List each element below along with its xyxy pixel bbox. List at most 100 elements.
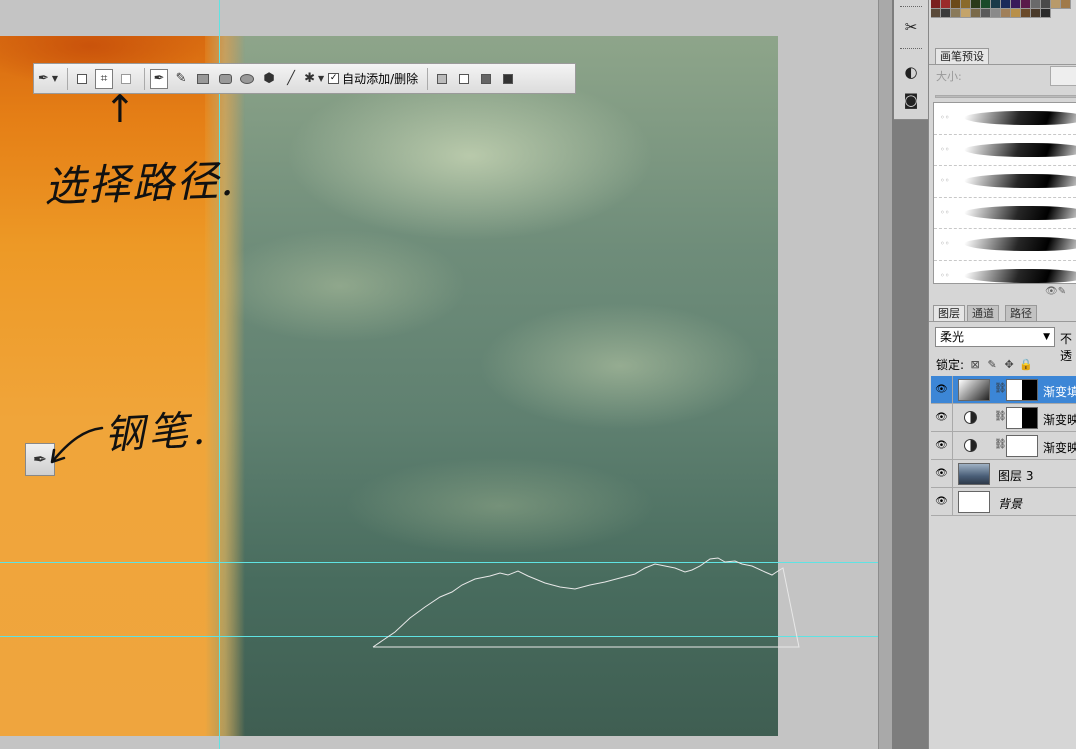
shape-layers-icon[interactable] <box>73 69 91 89</box>
layer-row[interactable]: 👁 ⛓ 渐变填 <box>931 376 1076 404</box>
swatch[interactable] <box>1001 0 1011 9</box>
lock-transparent-icon[interactable]: ⊠ <box>969 358 981 371</box>
swatch[interactable] <box>971 0 981 9</box>
line-icon[interactable]: ╱ <box>282 69 300 89</box>
auto-add-delete-checkbox[interactable]: ✓ 自动添加/删除 <box>328 70 418 87</box>
swatch[interactable] <box>1011 9 1021 18</box>
eye-icon[interactable]: 👁 <box>931 460 953 487</box>
layer-mask-thumbnail[interactable] <box>1006 379 1038 401</box>
link-chain-icon[interactable]: ⛓ <box>994 439 1007 450</box>
layer-name: 图层 3 <box>998 469 1034 483</box>
rectangle-icon[interactable] <box>194 69 212 89</box>
layer-row[interactable]: 👁 ⛓ 渐变映 <box>931 432 1076 460</box>
swatch[interactable] <box>1041 9 1051 18</box>
brush-tip-icon: ◦◦ <box>940 207 950 217</box>
checkbox-checked-icon[interactable]: ✓ <box>328 73 340 84</box>
lock-position-icon[interactable]: ✥ <box>1003 358 1015 371</box>
swatch[interactable] <box>1031 9 1041 18</box>
swatch[interactable] <box>1061 0 1071 9</box>
brush-tools-icon[interactable]: ✂ <box>898 16 924 38</box>
quick-mask-icon[interactable]: ◙ <box>898 89 924 111</box>
swatch[interactable] <box>941 9 951 18</box>
brush-stroke-preview <box>961 174 1076 188</box>
intersect-icon[interactable] <box>477 69 495 89</box>
swatch[interactable] <box>981 9 991 18</box>
swatches-strip[interactable] <box>931 0 1076 18</box>
swatch[interactable] <box>941 0 951 9</box>
swatch[interactable] <box>961 9 971 18</box>
brush-preset-item[interactable]: ◦◦ <box>934 198 1076 229</box>
add-to-path-area-icon[interactable] <box>433 69 451 89</box>
brush-preset-item[interactable]: ◦◦ <box>934 261 1076 284</box>
swatch[interactable] <box>1021 9 1031 18</box>
paths-icon[interactable]: ⌗ <box>95 68 114 89</box>
blend-mode-select[interactable]: 柔光 ▼ <box>935 327 1055 347</box>
layer-mask-thumbnail[interactable] <box>1006 435 1038 457</box>
swatch[interactable] <box>1001 9 1011 18</box>
swatch[interactable] <box>991 0 1001 9</box>
link-chain-icon[interactable]: ⛓ <box>994 383 1007 394</box>
pen-annotation: 钢笔. <box>103 407 211 459</box>
custom-shape-icon[interactable]: ✱ ▼ <box>304 69 324 89</box>
ellipse-icon[interactable] <box>238 69 256 89</box>
layer-row[interactable]: 👁 图层 3 <box>931 460 1076 488</box>
lock-all-icon[interactable]: 🔒 <box>1019 358 1033 371</box>
toggle-brush-panel-icon[interactable]: 👁✎ <box>1045 286 1066 297</box>
polygon-icon[interactable]: ⬢ <box>260 69 278 89</box>
layers-panel: 图层 通道 路径 柔光 ▼ 不透 锁定: ⊠ ✎ ✥ 🔒 👁 ⛓ 渐变填 👁 ⛓… <box>929 304 1076 749</box>
brush-preset-item[interactable]: ◦◦ <box>934 103 1076 135</box>
rounded-rectangle-icon[interactable] <box>216 69 234 89</box>
link-chain-icon[interactable]: ⛓ <box>994 411 1007 422</box>
dock-grip[interactable] <box>900 6 922 9</box>
swatch[interactable] <box>1041 0 1051 9</box>
document-workspace[interactable]: ✒ ▼ ⌗ ✒ ✎ ⬢ ╱ ✱ ▼ ✓ 自动添加/删除 ↑ 选择路径. ✒ 钢笔. <box>0 0 892 749</box>
eye-icon[interactable]: 👁 <box>931 488 953 515</box>
swatch[interactable] <box>981 0 991 9</box>
clone-source-icon[interactable]: ◐ <box>898 61 924 83</box>
eye-icon[interactable]: 👁 <box>931 376 953 403</box>
subtract-icon[interactable] <box>455 69 473 89</box>
up-arrow-annotation-icon: ↑ <box>104 87 136 131</box>
exclude-overlap-icon[interactable] <box>499 69 517 89</box>
tab-layers[interactable]: 图层 <box>933 305 965 322</box>
panel-tab-line <box>929 321 1076 322</box>
tab-brush-presets[interactable]: 画笔预设 <box>935 48 989 65</box>
eye-icon[interactable]: 👁 <box>931 404 953 431</box>
options-divider <box>427 67 429 90</box>
brush-size-input[interactable] <box>1050 66 1076 86</box>
pen-icon[interactable]: ✒ <box>150 68 169 89</box>
lock-image-icon[interactable]: ✎ <box>986 358 998 371</box>
dock-grip[interactable] <box>900 48 922 51</box>
brush-preset-list[interactable]: ◦◦ ◦◦ ◦◦ ◦◦ ◦◦ ◦◦ <box>933 102 1076 284</box>
panel-divider[interactable] <box>878 0 892 749</box>
tool-preset-pen-icon[interactable]: ✒ ▼ <box>38 69 58 89</box>
options-divider <box>67 67 69 90</box>
brush-preset-item[interactable]: ◦◦ <box>934 229 1076 261</box>
swatch[interactable] <box>931 9 941 18</box>
brush-preset-item[interactable]: ◦◦ <box>934 135 1076 166</box>
brush-size-slider[interactable] <box>935 95 1076 98</box>
smart-object-thumbnail <box>958 463 990 485</box>
swatch[interactable] <box>1051 0 1061 9</box>
brush-stroke-preview <box>961 142 1076 157</box>
brush-preset-item[interactable]: ◦◦ <box>934 166 1076 198</box>
swatch[interactable] <box>951 0 961 9</box>
swatch[interactable] <box>991 9 1001 18</box>
swatch[interactable] <box>971 9 981 18</box>
layer-row[interactable]: 👁 背景 <box>931 488 1076 516</box>
freeform-pen-icon[interactable]: ✎ <box>172 69 190 89</box>
swatch[interactable] <box>961 0 971 9</box>
background-thumbnail <box>958 491 990 513</box>
eye-icon[interactable]: 👁 <box>931 432 953 459</box>
fill-pixels-icon[interactable] <box>117 69 135 89</box>
tab-paths[interactable]: 路径 <box>1005 305 1037 322</box>
swatch[interactable] <box>1031 0 1041 9</box>
tab-channels[interactable]: 通道 <box>967 305 999 322</box>
layer-name: 背景 <box>998 497 1023 511</box>
swatch[interactable] <box>951 9 961 18</box>
swatch[interactable] <box>931 0 941 9</box>
swatch[interactable] <box>1011 0 1021 9</box>
layer-row[interactable]: 👁 ⛓ 渐变映 <box>931 404 1076 432</box>
layer-mask-thumbnail[interactable] <box>1006 407 1038 429</box>
swatch[interactable] <box>1021 0 1031 9</box>
